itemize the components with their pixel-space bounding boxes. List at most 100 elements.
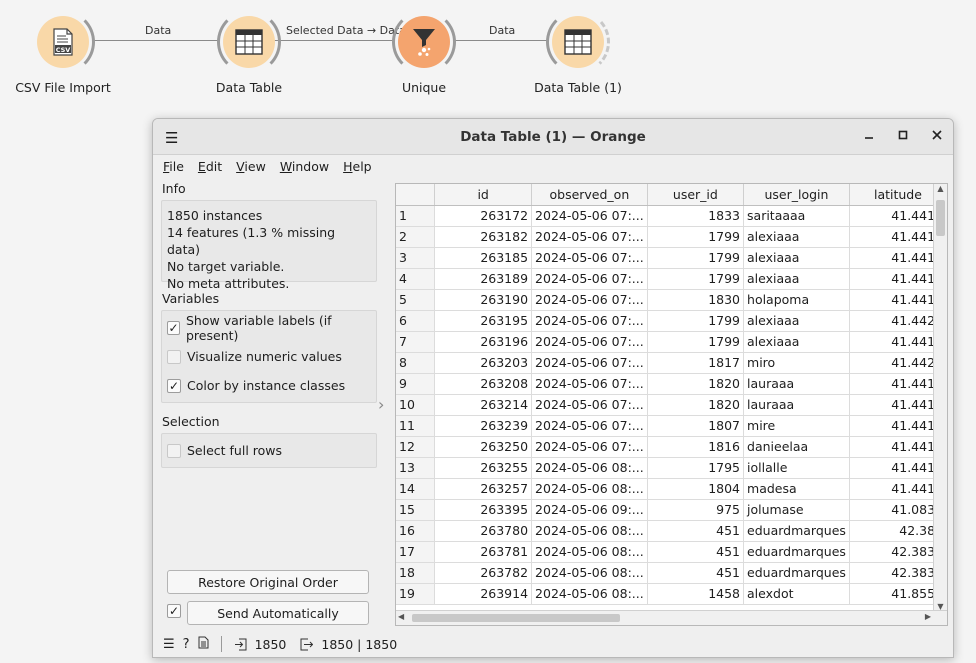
row-number[interactable]: 15 xyxy=(396,499,436,521)
cell-user-login[interactable]: alexiaaa xyxy=(743,268,850,290)
scroll-right-icon[interactable]: ▶ xyxy=(925,612,931,621)
cell-latitude[interactable]: 42.3832 xyxy=(849,541,947,563)
row-number[interactable]: 17 xyxy=(396,541,436,563)
row-number[interactable]: 7 xyxy=(396,331,436,353)
table-row[interactable]: 6 263195 2024-05-06 07:... 1799 alexiaaa 41.4… xyxy=(396,310,947,332)
row-number[interactable]: 3 xyxy=(396,247,436,269)
table-row[interactable]: 7 263196 2024-05-06 07:... 1799 alexiaaa 41.4… xyxy=(396,331,947,353)
cell-user-id[interactable]: 1795 xyxy=(647,457,745,479)
cell-latitude[interactable]: 41.4412 xyxy=(849,205,947,227)
vertical-scroll-thumb[interactable] xyxy=(936,200,945,236)
cell-user-login[interactable]: lauraaa xyxy=(743,394,850,416)
row-number[interactable]: 19 xyxy=(396,583,436,605)
row-number[interactable]: 6 xyxy=(396,310,436,332)
cell-id[interactable]: 263172 xyxy=(434,205,533,227)
cell-observed-on[interactable]: 2024-05-06 07:... xyxy=(531,331,648,353)
cell-latitude[interactable]: 41.8552 xyxy=(849,583,947,605)
table-row[interactable]: 19 263914 2024-05-06 08:... 1458 alexdot 41.8… xyxy=(396,583,947,605)
node-label[interactable]: Data Table xyxy=(187,80,311,95)
menu-view[interactable]: View xyxy=(236,159,266,174)
cell-id[interactable]: 263189 xyxy=(434,268,533,290)
column-header-user-login[interactable]: user_login xyxy=(743,184,850,206)
table-row[interactable]: 11 263239 2024-05-06 07:... 1807 mire 41.4415 xyxy=(396,415,947,437)
data-table[interactable]: id observed_on user_id user_login latitu… xyxy=(396,184,947,605)
cell-latitude[interactable]: 41.4417 xyxy=(849,289,947,311)
table-row[interactable]: 8 263203 2024-05-06 07:... 1817 miro 41.4421 xyxy=(396,352,947,374)
cell-id[interactable]: 263250 xyxy=(434,436,533,458)
row-number[interactable]: 11 xyxy=(396,415,436,437)
cell-user-id[interactable]: 1799 xyxy=(647,268,745,290)
node-body[interactable]: CSV xyxy=(37,16,89,68)
cell-user-id[interactable]: 975 xyxy=(647,499,745,521)
cell-latitude[interactable]: 41.4415 xyxy=(849,415,947,437)
cell-observed-on[interactable]: 2024-05-06 08:... xyxy=(531,520,648,542)
table-row[interactable]: 1 263172 2024-05-06 07:... 1833 saritaaaa 41.… xyxy=(396,205,947,227)
row-number[interactable]: 2 xyxy=(396,226,436,248)
cell-user-login[interactable]: alexiaaa xyxy=(743,226,850,248)
cell-observed-on[interactable]: 2024-05-06 07:... xyxy=(531,205,648,227)
cell-latitude[interactable]: 41.4414 xyxy=(849,457,947,479)
cell-observed-on[interactable]: 2024-05-06 08:... xyxy=(531,562,648,584)
cell-user-id[interactable]: 1799 xyxy=(647,310,745,332)
cell-id[interactable]: 263190 xyxy=(434,289,533,311)
scroll-up-icon[interactable]: ▲ xyxy=(934,184,947,193)
cell-user-login[interactable]: alexiaaa xyxy=(743,247,850,269)
column-header-observed-on[interactable]: observed_on xyxy=(531,184,648,206)
color-by-class-option[interactable]: ✓ Color by instance classes xyxy=(167,371,371,400)
cell-user-login[interactable]: danieelaa xyxy=(743,436,850,458)
chevron-right-icon[interactable]: › xyxy=(378,395,384,414)
table-row[interactable]: 13 263255 2024-05-06 08:... 1795 iollalle 41.… xyxy=(396,457,947,479)
cell-user-login[interactable]: alexdot xyxy=(743,583,850,605)
select-full-rows-checkbox[interactable] xyxy=(167,443,181,458)
row-number[interactable]: 18 xyxy=(396,562,436,584)
cell-user-login[interactable]: holapoma xyxy=(743,289,850,311)
table-row[interactable]: 3 263185 2024-05-06 07:... 1799 alexiaaa 41.4… xyxy=(396,247,947,269)
cell-id[interactable]: 263203 xyxy=(434,352,533,374)
table-row[interactable]: 14 263257 2024-05-06 08:... 1804 madesa 41.44… xyxy=(396,478,947,500)
node-body[interactable] xyxy=(552,16,604,68)
horizontal-scroll-thumb[interactable] xyxy=(412,614,620,622)
cell-user-login[interactable]: eduardmarques xyxy=(743,520,850,542)
cell-user-id[interactable]: 1799 xyxy=(647,226,745,248)
cell-id[interactable]: 263255 xyxy=(434,457,533,479)
cell-observed-on[interactable]: 2024-05-06 08:... xyxy=(531,583,648,605)
cell-observed-on[interactable]: 2024-05-06 09:... xyxy=(531,499,648,521)
cell-latitude[interactable]: 41.4418 xyxy=(849,268,947,290)
cell-id[interactable]: 263196 xyxy=(434,331,533,353)
node-label[interactable]: Unique xyxy=(362,80,486,95)
cell-id[interactable]: 263780 xyxy=(434,520,533,542)
cell-observed-on[interactable]: 2024-05-06 07:... xyxy=(531,310,648,332)
column-header-latitude[interactable]: latitude xyxy=(849,184,947,206)
cell-latitude[interactable]: 41.4421 xyxy=(849,352,947,374)
menu-file[interactable]: File xyxy=(163,159,184,174)
cell-user-login[interactable]: alexiaaa xyxy=(743,331,850,353)
menu-help[interactable]: Help xyxy=(343,159,372,174)
cell-user-id[interactable]: 1833 xyxy=(647,205,745,227)
row-number[interactable]: 4 xyxy=(396,268,436,290)
show-variable-labels-option[interactable]: ✓ Show variable labels (if present) xyxy=(167,313,371,343)
cell-user-id[interactable]: 1830 xyxy=(647,289,745,311)
cell-latitude[interactable]: 42.383 xyxy=(849,520,947,542)
cell-observed-on[interactable]: 2024-05-06 08:... xyxy=(531,478,648,500)
color-by-class-checkbox[interactable]: ✓ xyxy=(167,378,181,393)
node-body[interactable] xyxy=(223,16,275,68)
cell-user-login[interactable]: jolumase xyxy=(743,499,850,521)
cell-user-login[interactable]: madesa xyxy=(743,478,850,500)
data-table-view[interactable]: id observed_on user_id user_login latitu… xyxy=(395,183,948,626)
cell-user-login[interactable]: eduardmarques xyxy=(743,541,850,563)
cell-observed-on[interactable]: 2024-05-06 07:... xyxy=(531,394,648,416)
cell-latitude[interactable]: 41.4413 xyxy=(849,394,947,416)
row-number[interactable]: 1 xyxy=(396,205,436,227)
cell-latitude[interactable]: 41.4413 xyxy=(849,373,947,395)
row-number[interactable]: 9 xyxy=(396,373,436,395)
cell-user-id[interactable]: 1799 xyxy=(647,331,745,353)
row-number[interactable]: 8 xyxy=(396,352,436,374)
cell-user-login[interactable]: miro xyxy=(743,352,850,374)
cell-user-login[interactable]: mire xyxy=(743,415,850,437)
cell-user-id[interactable]: 1807 xyxy=(647,415,745,437)
table-row[interactable]: 18 263782 2024-05-06 08:... 451 eduardmarque… xyxy=(396,562,947,584)
select-full-rows-option[interactable]: Select full rows xyxy=(167,436,371,465)
cell-user-id[interactable]: 451 xyxy=(647,562,745,584)
visualize-numeric-checkbox[interactable] xyxy=(167,349,181,364)
cell-user-id[interactable]: 1799 xyxy=(647,247,745,269)
